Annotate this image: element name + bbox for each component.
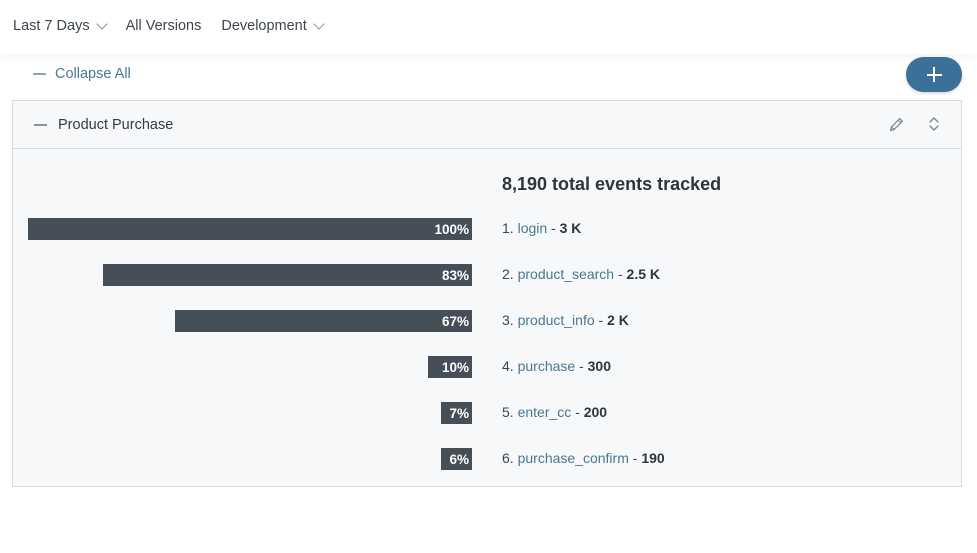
funnel-bar-percent: 6%: [449, 451, 469, 467]
funnel-bar-percent: 7%: [449, 405, 469, 421]
step-event-link[interactable]: purchase: [518, 358, 576, 374]
funnel-bar: 6%: [441, 448, 472, 470]
pencil-icon[interactable]: [888, 116, 905, 133]
step-separator: -: [628, 450, 642, 466]
versions-label: All Versions: [125, 18, 202, 34]
date-range-label: Last 7 Days: [13, 18, 90, 34]
plus-icon: [926, 67, 942, 82]
step-count: 2.5 K: [626, 266, 661, 282]
step-separator: -: [547, 220, 560, 236]
chevron-down-icon: [313, 17, 325, 30]
environment-label: Development: [221, 18, 307, 34]
step-count: 2 K: [607, 312, 629, 328]
funnel-panel: Product Purchase 8,190 total events trac…: [12, 100, 962, 487]
funnel-title: Product Purchase: [58, 117, 174, 133]
funnel-step: 5. enter_cc - 200: [502, 404, 607, 420]
step-index: 4.: [502, 358, 518, 374]
step-count: 200: [583, 404, 608, 420]
funnel-bar: 67%: [175, 310, 472, 332]
funnel-panel-header: Product Purchase: [13, 101, 961, 149]
minus-icon: [33, 73, 46, 75]
funnel-bar-percent: 83%: [441, 267, 469, 283]
sort-icon[interactable]: [928, 116, 940, 132]
funnel-bar-percent: 67%: [441, 313, 469, 329]
step-event-link[interactable]: login: [518, 220, 548, 236]
step-event-link[interactable]: purchase_confirm: [518, 450, 629, 466]
step-event-link[interactable]: product_search: [518, 266, 615, 282]
funnel-collapse-toggle[interactable]: Product Purchase: [34, 117, 173, 133]
funnel-step: 4. purchase - 300: [502, 358, 611, 374]
step-index: 3.: [502, 312, 518, 328]
chevron-down-icon: [95, 17, 108, 30]
add-funnel-button[interactable]: [906, 57, 962, 92]
versions-filter[interactable]: All Versions: [126, 18, 202, 34]
step-separator: -: [594, 312, 608, 328]
total-events-label: 8,190 total events tracked: [502, 174, 722, 194]
date-range-dropdown[interactable]: Last 7 Days: [13, 17, 108, 34]
funnel-bar-percent: 10%: [441, 359, 469, 375]
step-event-link[interactable]: enter_cc: [518, 404, 572, 420]
collapse-all-label: Collapse All: [55, 66, 131, 82]
funnel-bar-percent: 100%: [434, 221, 469, 237]
funnel-step: 1. login - 3 K: [502, 220, 581, 236]
step-index: 1.: [502, 220, 518, 236]
step-separator: -: [575, 358, 588, 374]
step-index: 6.: [502, 450, 518, 466]
funnel-bar: 7%: [441, 402, 472, 424]
funnel-bar: 10%: [428, 356, 472, 378]
minus-icon: [34, 124, 47, 126]
step-count: 190: [641, 450, 665, 466]
funnel-step: 6. purchase_confirm - 190: [502, 450, 665, 466]
collapse-all-button[interactable]: Collapse All: [33, 66, 131, 82]
funnel-bar: 83%: [103, 264, 472, 286]
environment-dropdown[interactable]: Development: [221, 17, 325, 34]
step-index: 5.: [502, 404, 518, 420]
funnel-step: 2. product_search - 2.5 K: [502, 266, 660, 282]
funnel-step: 3. product_info - 2 K: [502, 312, 629, 328]
step-separator: -: [614, 266, 627, 282]
step-event-link[interactable]: product_info: [518, 312, 595, 328]
step-index: 2.: [502, 266, 518, 282]
funnel-bar: 100%: [28, 218, 472, 240]
step-count: 3 K: [559, 220, 582, 236]
filter-group: Last 7 Days All Versions Development: [13, 17, 343, 34]
step-count: 300: [587, 358, 611, 374]
top-filter-bar: Last 7 Days All Versions Development: [0, 0, 977, 54]
step-separator: -: [571, 404, 584, 420]
